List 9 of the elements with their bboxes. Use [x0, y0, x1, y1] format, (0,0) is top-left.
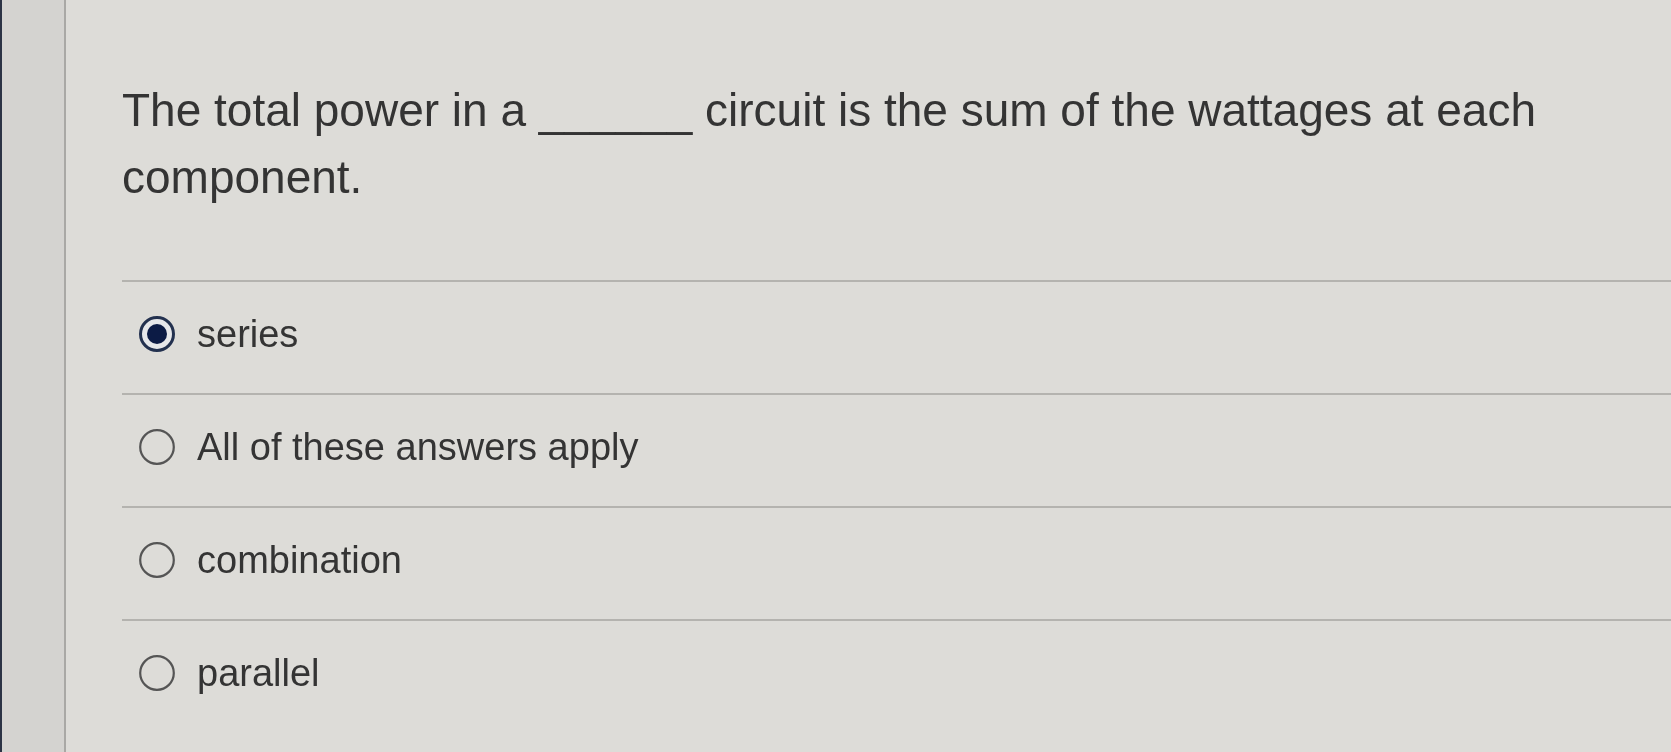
radio-button[interactable]	[139, 655, 175, 691]
radio-button[interactable]	[139, 542, 175, 578]
radio-button[interactable]	[139, 429, 175, 465]
option-label[interactable]: combination	[197, 538, 402, 582]
option-label[interactable]: series	[197, 312, 299, 356]
option-label[interactable]: parallel	[197, 651, 320, 695]
option-label[interactable]: All of these answers apply	[197, 425, 639, 469]
radio-button[interactable]	[139, 316, 175, 352]
question-text: The total power in a ______ circuit is the sum of the wattages at each component.	[122, 83, 1538, 205]
